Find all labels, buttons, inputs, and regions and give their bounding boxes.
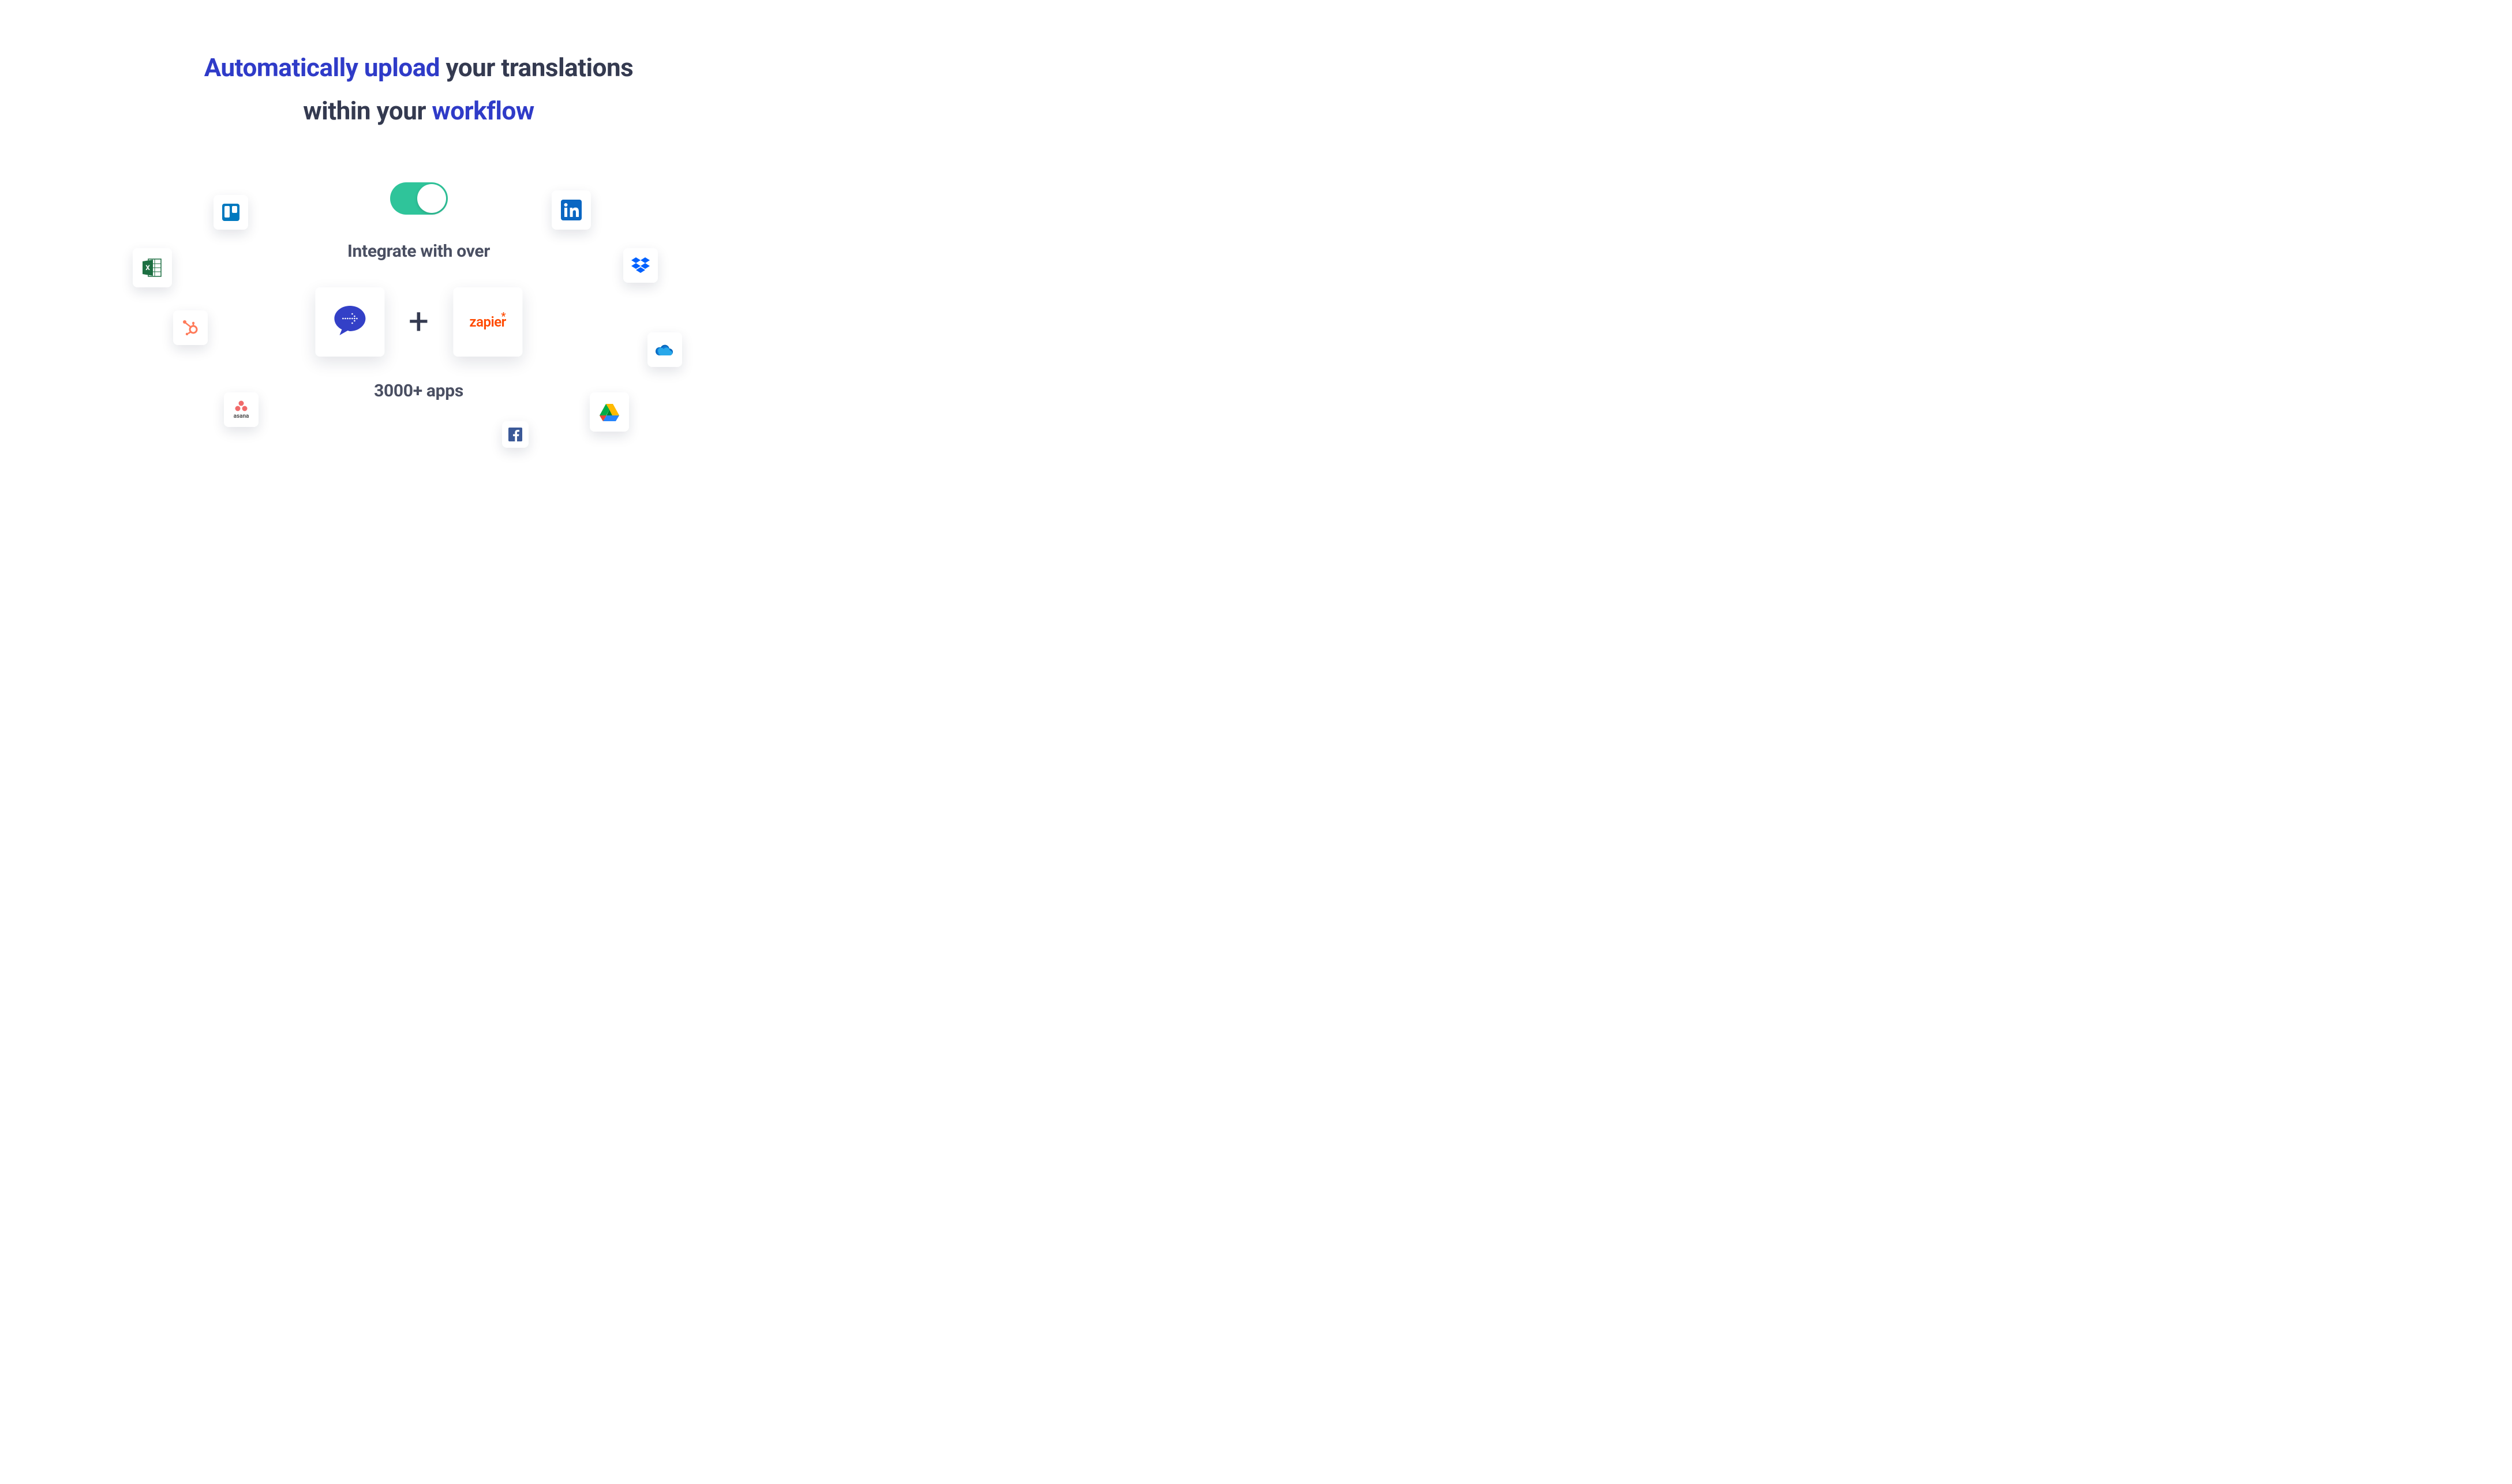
asana-icon [234, 400, 248, 412]
facebook-icon [508, 428, 522, 441]
zapier-label: zapier [469, 314, 506, 330]
excel-icon: X [141, 257, 163, 279]
headline-accent-1: Automatically upload [204, 53, 440, 83]
hubspot-icon [181, 318, 200, 337]
integrate-label-bottom: 3000+ apps [374, 381, 463, 401]
zapier-asterisk-icon: * [501, 312, 506, 322]
headline-part3: within your [303, 96, 432, 126]
headline-accent-2: workflow [432, 96, 534, 126]
asana-label: asana [234, 413, 249, 419]
app-hubspot [173, 310, 208, 345]
svg-text:X: X [145, 264, 150, 272]
translate-bubble-icon [329, 300, 370, 344]
integrate-label-top: Integrate with over [347, 241, 490, 261]
zapier-app-card: zapier * [453, 287, 522, 357]
app-asana: asana [224, 392, 259, 427]
integration-center-row: + zapier * [315, 287, 522, 357]
app-trello [214, 195, 248, 230]
onedrive-icon [654, 343, 675, 357]
app-google-drive [590, 392, 629, 432]
translate-app-card [315, 287, 384, 357]
headline-part2: your translations [440, 53, 633, 83]
app-onedrive [647, 332, 682, 367]
plus-icon: + [409, 304, 429, 340]
trello-icon [222, 204, 239, 221]
app-excel: X [133, 248, 172, 287]
zapier-icon: zapier * [469, 314, 506, 330]
app-dropbox [623, 248, 658, 283]
app-linkedin [552, 190, 591, 230]
google-drive-icon [599, 403, 620, 421]
dropbox-icon [631, 257, 650, 274]
app-facebook [502, 421, 529, 448]
integration-toggle[interactable] [390, 182, 448, 215]
linkedin-icon [561, 200, 582, 220]
headline: Automatically upload your translations w… [0, 46, 837, 133]
